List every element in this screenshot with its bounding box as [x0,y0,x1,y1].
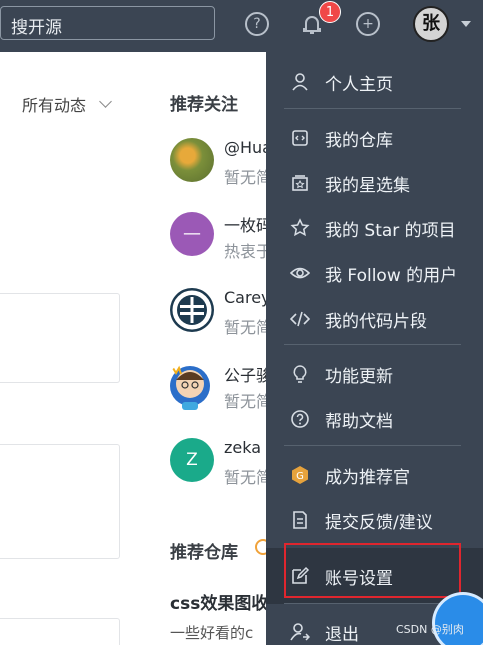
menu-divider [284,603,461,604]
repo-description: 一些好看的c [170,624,254,642]
star-icon [290,218,310,237]
recommend-user-desc: 暂无简 [224,392,270,411]
recommend-user-name[interactable]: @Hua [224,138,270,157]
help-icon[interactable]: ? [245,12,269,36]
recommend-user-name[interactable]: Carey [224,288,270,307]
recommend-user-desc: 暂无简 [224,318,270,337]
menu-item-label: 提交反馈/建议 [325,513,433,533]
menu-item-collections[interactable]: 我的星选集 [266,161,483,205]
search-input[interactable]: 搜开源 [0,6,215,40]
menu-item-snippets[interactable]: 我的代码片段 [266,297,483,341]
watermark: CSDN @别肉 [396,623,464,636]
help-icon [291,410,309,428]
avatar[interactable] [170,288,214,332]
menu-item-label: 帮助文档 [325,412,393,432]
activity-filter-dropdown[interactable]: 所有动态 [22,92,86,116]
menu-item-starred[interactable]: 我的 Star 的项目 [266,206,483,250]
menu-item-profile[interactable]: 个人主页 [266,60,483,104]
recommend-user-name[interactable]: 公子骏 [224,362,270,386]
recommend-user-desc: 暂无简 [224,468,270,487]
chevron-down-icon[interactable] [461,21,471,27]
code-icon [290,311,310,327]
eye-icon [290,267,310,279]
menu-item-repos[interactable]: 我的仓库 [266,116,483,160]
menu-item-label: 我的星选集 [325,176,410,196]
bulb-icon [293,365,307,383]
highlight-box [284,543,461,598]
recommend-user-name[interactable]: 一枚码 [224,212,270,236]
recommend-user-desc: 热衷于 [224,242,270,261]
menu-item-label: 我的 Star 的项目 [325,221,456,241]
menu-divider [284,344,461,345]
repo-icon [292,130,308,146]
menu-item-recommender[interactable]: G 成为推荐官 [266,453,483,497]
user-icon [292,73,308,91]
menu-item-label: 个人主页 [325,75,393,95]
feed-card[interactable] [0,618,120,645]
floating-assistant-button[interactable] [435,595,483,645]
menu-item-label: 成为推荐官 [325,468,410,488]
menu-item-following[interactable]: 我 Follow 的用户 [266,251,483,295]
menu-item-help[interactable]: 帮助文档 [266,397,483,441]
plus-icon[interactable]: + [356,12,380,36]
collection-icon [292,175,308,191]
avatar[interactable] [170,138,214,182]
menu-item-label: 退出 [325,625,359,645]
search-placeholder: 搜开源 [11,18,62,38]
menu-item-label: 我的代码片段 [325,312,427,332]
menu-item-label: 我的仓库 [325,131,393,151]
feed-card[interactable] [0,444,120,559]
repo-name-link[interactable]: css效果图收 [170,589,270,614]
recommend-follow-title: 推荐关注 [170,95,238,115]
logout-icon [290,623,310,641]
menu-item-label: 功能更新 [325,367,393,387]
notification-badge: 1 [319,1,341,23]
menu-item-feedback[interactable]: 提交反馈/建议 [266,498,483,542]
menu-item-label: 我 Follow 的用户 [325,266,458,286]
avatar[interactable] [165,362,215,412]
user-avatar[interactable]: 张 [413,6,449,42]
recommend-badge-icon: G [292,466,308,484]
svg-text:G: G [296,471,304,482]
avatar[interactable]: Z [170,438,214,482]
feed-card[interactable] [0,293,120,383]
recommend-repo-title: 推荐仓库 [170,543,238,563]
menu-divider [284,445,461,446]
recommend-user-desc: 暂无简 [224,168,270,187]
avatar[interactable]: — [170,212,214,256]
menu-divider [284,108,461,109]
menu-item-updates[interactable]: 功能更新 [266,352,483,396]
feedback-icon [293,511,307,529]
recommend-user-name[interactable]: zeka [224,438,270,457]
